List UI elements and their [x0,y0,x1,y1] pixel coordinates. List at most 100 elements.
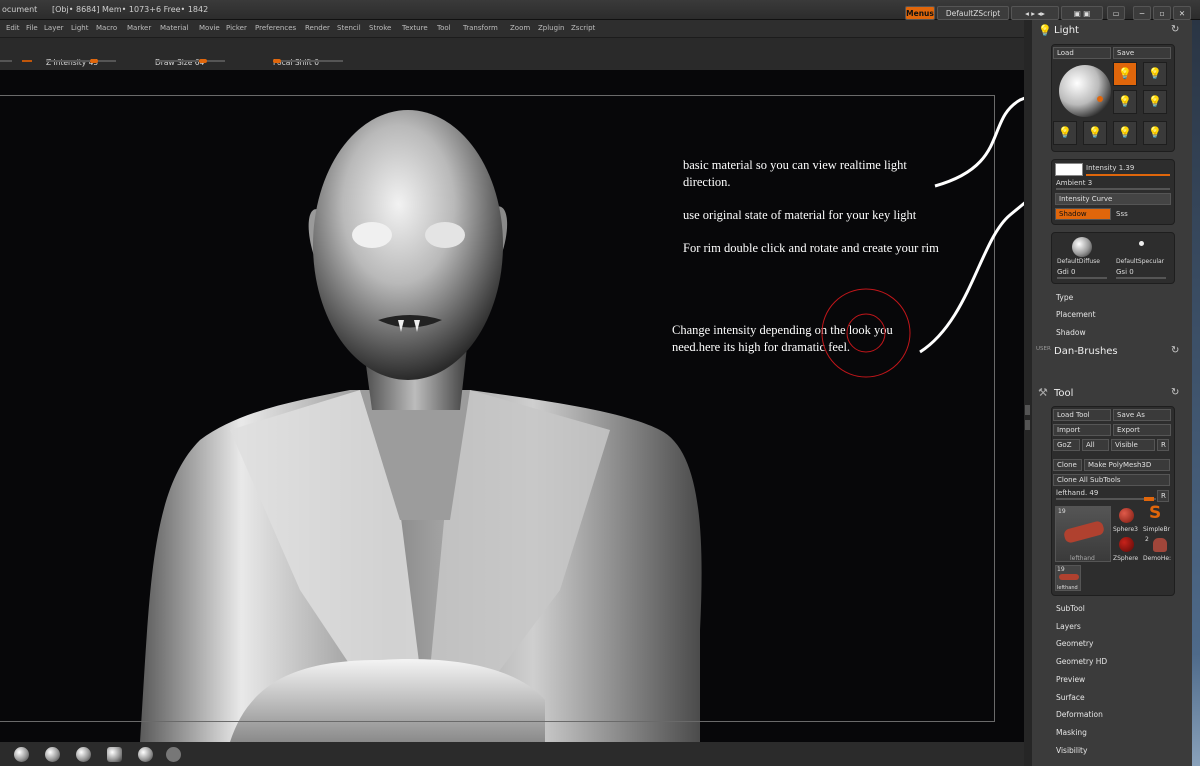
minimize-icon[interactable]: − [1133,6,1151,20]
light-bulb-1[interactable]: 💡 [1113,62,1137,86]
menus-button[interactable]: Menus [905,6,935,20]
menu-tool[interactable]: Tool [437,24,451,32]
tool-sub-geometry-hd[interactable]: Geometry HD [1056,657,1107,666]
menu-movie[interactable]: Movie [199,24,220,32]
light-bulb-6[interactable]: 💡 [1083,121,1107,145]
light-placement-item[interactable]: Placement [1056,310,1096,319]
default-zscript-button[interactable]: DefaultZScript [937,6,1009,20]
divider-handle-1[interactable] [1025,405,1030,415]
menu-transform[interactable]: Transform [463,24,498,32]
tool-sub-subtool[interactable]: SubTool [1056,604,1085,613]
make-polymesh-button[interactable]: Make PolyMesh3D [1084,459,1170,471]
material-ball-1[interactable] [14,747,29,762]
small-tool-thumbnail[interactable]: 19 lefthand [1055,565,1081,591]
menu-zscript[interactable]: Zscript [571,24,595,32]
visible-button[interactable]: Visible [1111,439,1155,451]
r-button-2[interactable]: R [1157,490,1169,502]
light-load-button[interactable]: Load [1053,47,1111,59]
menu-marker[interactable]: Marker [127,24,151,32]
gdi-slider[interactable] [1057,277,1107,279]
light-title[interactable]: Light [1054,25,1079,36]
light-color-swatch[interactable] [1055,163,1083,176]
tool-title[interactable]: Tool [1054,388,1073,399]
menu-picker[interactable]: Picker [226,24,247,32]
menu-preferences[interactable]: Preferences [255,24,296,32]
clone-all-subtools-button[interactable]: Clone All SubTools [1053,474,1170,486]
menu-render[interactable]: Render [305,24,330,32]
current-tool-slider[interactable] [1056,497,1156,501]
arrows-icon[interactable]: ◂ ▸ ◂▸ [1011,6,1059,20]
main-tool-thumbnail[interactable]: 19 lefthand [1055,506,1111,562]
current-tool-knob[interactable] [1144,497,1154,501]
tool-sub-preview[interactable]: Preview [1056,675,1085,684]
draw-size-knob[interactable] [199,59,208,63]
light-bulb-8[interactable]: 💡 [1143,121,1167,145]
panel-divider[interactable] [1024,20,1032,766]
r-button-1[interactable]: R [1157,439,1169,451]
save-as-button[interactable]: Save As [1113,409,1171,421]
tool-sub-geometry[interactable]: Geometry [1056,639,1093,648]
gsi-slider[interactable] [1116,277,1166,279]
simplebrush-icon[interactable]: S [1149,503,1161,523]
material-ball-6[interactable] [166,747,181,762]
menu-zoom[interactable]: Zoom [510,24,530,32]
menu-edit[interactable]: Edit [6,24,20,32]
divider-handle-2[interactable] [1025,420,1030,430]
load-tool-button[interactable]: Load Tool [1053,409,1111,421]
demohead-icon[interactable] [1153,538,1167,552]
diffuse-sphere[interactable] [1072,237,1092,257]
menu-layer[interactable]: Layer [44,24,64,32]
light-bulb-4[interactable]: 💡 [1143,90,1167,114]
reset-icon[interactable]: ↻ [1171,24,1179,35]
tool-sub-surface[interactable]: Surface [1056,693,1085,702]
ambient-slider[interactable] [1056,188,1170,190]
menu-stencil[interactable]: Stencil [337,24,361,32]
import-button[interactable]: Import [1053,424,1111,436]
menu-texture[interactable]: Texture [402,24,428,32]
light-position-dot[interactable] [1097,96,1103,102]
right-scrollbar[interactable] [1192,20,1200,766]
light-sphere[interactable] [1059,65,1111,117]
lock-icon[interactable]: ▭ [1107,6,1125,20]
sphere3-icon[interactable] [1119,508,1134,523]
goz-button[interactable]: GoZ [1053,439,1080,451]
tool-sub-visibility[interactable]: Visibility [1056,746,1087,755]
reset-icon[interactable]: ↻ [1171,387,1179,398]
layout-icon[interactable]: ▣ ▣ [1061,6,1103,20]
menu-light[interactable]: Light [71,24,88,32]
tool-sub-masking[interactable]: Masking [1056,728,1087,737]
menu-material[interactable]: Material [160,24,188,32]
light-bulb-5[interactable]: 💡 [1053,121,1077,145]
light-type-item[interactable]: Type [1056,293,1073,302]
sss-toggle[interactable]: Sss [1116,210,1128,218]
close-icon[interactable]: ✕ [1173,6,1191,20]
light-bulb-3[interactable]: 💡 [1113,90,1137,114]
z-intensity-knob[interactable] [90,59,99,63]
clone-button[interactable]: Clone [1053,459,1082,471]
light-save-button[interactable]: Save [1113,47,1171,59]
tool-sub-deformation[interactable]: Deformation [1056,710,1103,719]
z-intensity-slider[interactable]: Z Intensity 45 [46,50,116,67]
zsphere-icon[interactable] [1119,537,1134,552]
focal-shift-slider[interactable]: Focal Shift 0 [273,50,343,67]
dan-brushes-title[interactable]: Dan-Brushes [1054,346,1118,357]
specular-dot[interactable] [1139,241,1144,246]
material-ball-3[interactable] [76,747,91,762]
material-ball-2[interactable] [45,747,60,762]
tool-sub-layers[interactable]: Layers [1056,622,1081,631]
menu-zplugin[interactable]: Zplugin [538,24,564,32]
menu-file[interactable]: File [26,24,38,32]
all-button[interactable]: All [1082,439,1109,451]
material-ball-5[interactable] [138,747,153,762]
menu-stroke[interactable]: Stroke [369,24,391,32]
material-ball-4[interactable] [107,747,122,762]
light-bulb-7[interactable]: 💡 [1113,121,1137,145]
canvas-viewport[interactable]: basic material so you can view realtime … [0,70,1024,742]
maximize-icon[interactable]: ▫ [1153,6,1171,20]
shadow-toggle[interactable]: Shadow [1055,208,1111,220]
export-button[interactable]: Export [1113,424,1171,436]
menu-macro[interactable]: Macro [96,24,117,32]
intensity-curve-button[interactable]: Intensity Curve [1055,193,1171,205]
focal-shift-knob[interactable] [273,59,281,63]
reset-icon[interactable]: ↻ [1171,345,1179,356]
